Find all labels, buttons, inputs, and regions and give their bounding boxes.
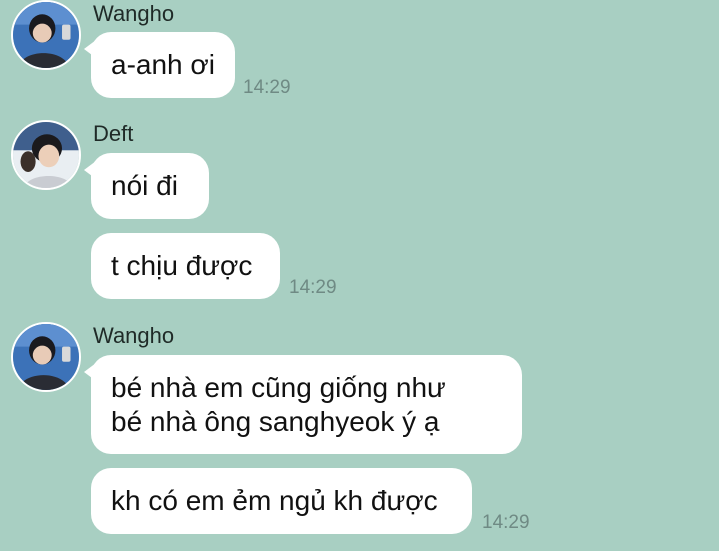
sender-name: Deft <box>93 121 134 146</box>
message-bubble[interactable]: a-anh ơi <box>84 32 235 98</box>
message-bubble[interactable]: bé nhà em cũng giống như bé nhà ông sang… <box>84 355 522 454</box>
chat-window: Wangho a-anh ơi 14:29 Deft nói đi t chịu… <box>0 0 719 551</box>
avatar-deft[interactable] <box>11 120 81 190</box>
message-bubble[interactable]: t chịu được <box>91 233 280 299</box>
message-text: nói đi <box>111 170 178 201</box>
message-text: kh có em ẻm ngủ kh được <box>111 485 438 516</box>
message-text-line: bé nhà em cũng giống như <box>111 371 446 403</box>
message-timestamp: 14:29 <box>243 77 291 98</box>
avatar-wangho-photo <box>13 2 79 68</box>
message-bubble[interactable]: kh có em ẻm ngủ kh được <box>91 468 472 534</box>
message-bubble[interactable]: nói đi <box>84 153 209 219</box>
message-timestamp: 14:29 <box>289 277 337 298</box>
message-text: t chịu được <box>111 250 253 281</box>
message-timestamp: 14:29 <box>482 512 530 533</box>
sender-name: Wangho <box>93 1 175 26</box>
avatar-wangho[interactable] <box>11 0 81 70</box>
avatar-wangho[interactable] <box>11 322 81 392</box>
avatar-deft-photo <box>13 122 79 188</box>
message-text: a-anh ơi <box>111 49 215 80</box>
sender-name: Wangho <box>93 323 175 348</box>
message-text-line: bé nhà ông sanghyeok ý ạ <box>111 405 440 437</box>
avatar-wangho-photo <box>13 324 79 390</box>
